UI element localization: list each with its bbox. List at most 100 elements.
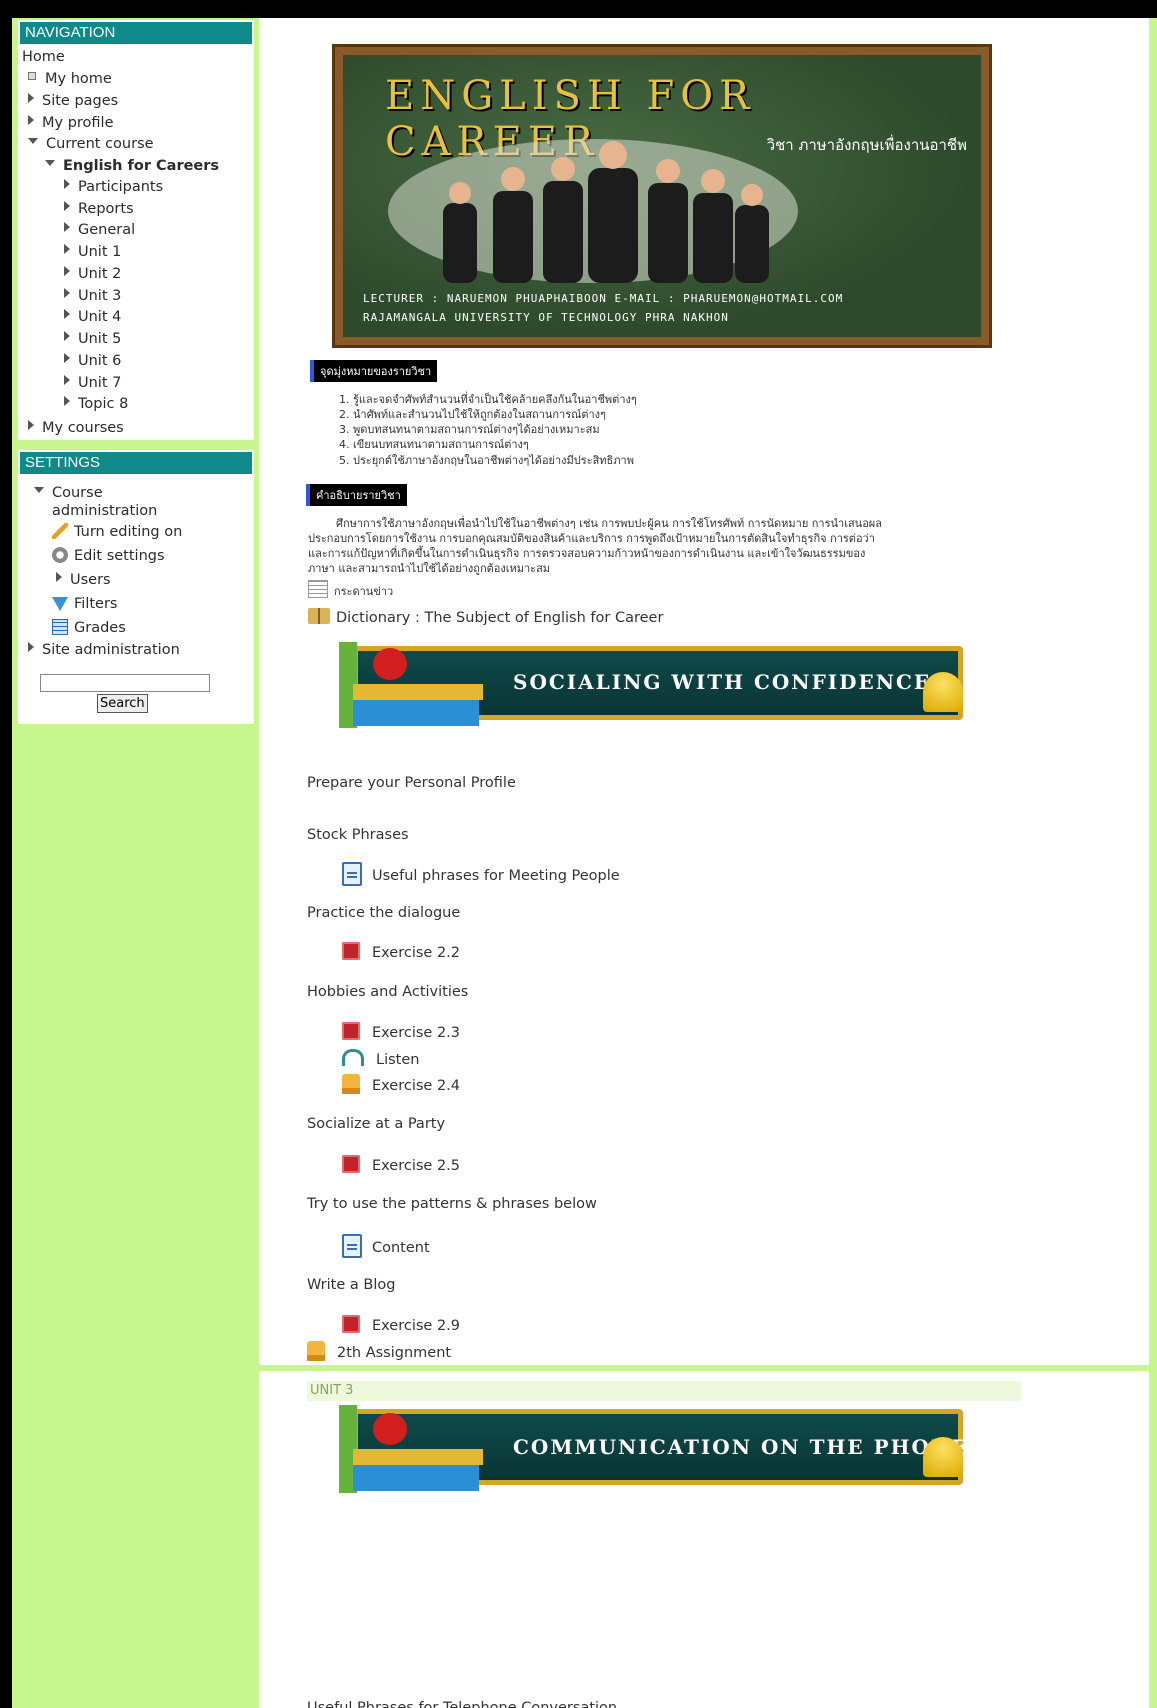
collapse-icon[interactable]	[34, 487, 44, 493]
assignment-icon	[342, 1074, 360, 1094]
unit3-label-bar: UNIT 3	[307, 1381, 1021, 1401]
nav-home-link[interactable]: Home	[22, 49, 65, 65]
expand-icon[interactable]	[64, 244, 70, 254]
expand-icon[interactable]	[64, 266, 70, 276]
nav-course-item[interactable]: Unit 2	[64, 264, 121, 284]
resource-label[interactable]: Listen	[376, 1052, 419, 1068]
edit-settings-link[interactable]: Edit settings	[74, 548, 165, 564]
assignment-exercise-2-4[interactable]: Exercise 2.4	[342, 1074, 460, 1094]
bullet-icon	[28, 72, 36, 80]
nav-my-home[interactable]: My home	[28, 69, 112, 89]
settings-course-admin[interactable]: Course administration	[34, 484, 234, 520]
expand-icon[interactable]	[28, 93, 34, 103]
nav-course-item[interactable]: Topic 8	[64, 394, 128, 414]
expand-icon[interactable]	[28, 420, 34, 430]
business-people-image	[388, 139, 798, 283]
nav-my-profile-label[interactable]: My profile	[42, 115, 114, 131]
expand-icon[interactable]	[64, 288, 70, 298]
expand-icon[interactable]	[28, 115, 34, 125]
nav-course-item[interactable]: Participants	[64, 177, 163, 197]
nav-site-pages-label[interactable]: Site pages	[42, 93, 118, 109]
nav-unit-4[interactable]: Unit 4	[78, 309, 121, 325]
quiz-label[interactable]: Exercise 2.3	[372, 1025, 460, 1041]
quiz-label[interactable]: Exercise 2.2	[372, 945, 460, 961]
nav-site-pages[interactable]: Site pages	[28, 91, 118, 111]
quiz-label[interactable]: Exercise 2.9	[372, 1318, 460, 1334]
nav-course-item[interactable]: Unit 5	[64, 329, 121, 349]
quiz-exercise-2-2[interactable]: Exercise 2.2	[342, 942, 460, 961]
nav-home[interactable]: Home	[22, 47, 65, 67]
expand-icon[interactable]	[64, 375, 70, 385]
nav-course-item[interactable]: Unit 6	[64, 351, 121, 371]
expand-icon[interactable]	[64, 331, 70, 341]
nav-unit-3[interactable]: Unit 3	[78, 288, 121, 304]
nav-course-name[interactable]: English for Careers	[63, 158, 219, 174]
settings-users[interactable]: Users	[56, 570, 111, 590]
expand-icon[interactable]	[56, 572, 62, 582]
nav-course-item[interactable]: Unit 7	[64, 373, 121, 393]
dictionary-label[interactable]: Dictionary : The Subject of English for …	[336, 610, 663, 626]
nav-unit-6[interactable]: Unit 6	[78, 353, 121, 369]
nav-current-course-label[interactable]: Current course	[46, 136, 154, 152]
nav-participants[interactable]: Participants	[78, 179, 163, 195]
expand-icon[interactable]	[64, 396, 70, 406]
nav-my-profile[interactable]: My profile	[28, 113, 114, 133]
expand-icon[interactable]	[28, 642, 34, 652]
settings-edit-settings[interactable]: Edit settings	[52, 546, 165, 566]
settings-filters[interactable]: Filters	[52, 594, 117, 614]
expand-icon[interactable]	[64, 309, 70, 319]
nav-my-home-link[interactable]: My home	[45, 71, 112, 87]
resource-label[interactable]: Useful phrases for Meeting People	[372, 868, 620, 884]
nav-course-item[interactable]: Reports	[64, 199, 134, 219]
nav-reports[interactable]: Reports	[78, 201, 134, 217]
forum-label[interactable]: กระดานข่าว	[334, 585, 393, 598]
settings-turn-editing[interactable]: Turn editing on	[52, 522, 182, 542]
nav-unit-1[interactable]: Unit 1	[78, 244, 121, 260]
assignment-label[interactable]: 2th Assignment	[337, 1345, 451, 1361]
assignment-2th[interactable]: 2th Assignment	[307, 1341, 451, 1361]
nav-my-courses[interactable]: My courses	[28, 418, 124, 438]
nav-course-item[interactable]: Unit 3	[64, 286, 121, 306]
resource-listen[interactable]: Listen	[342, 1049, 419, 1068]
collapse-icon[interactable]	[45, 160, 55, 166]
settings-grades[interactable]: Grades	[52, 618, 126, 638]
document-icon	[342, 1234, 362, 1258]
resource-label[interactable]: Content	[372, 1240, 430, 1256]
nav-course-item[interactable]: Unit 1	[64, 242, 121, 262]
nav-course-english[interactable]: English for Careers	[45, 156, 219, 176]
nav-course-item[interactable]: General	[64, 220, 135, 240]
nav-my-courses-label[interactable]: My courses	[42, 420, 124, 436]
nav-topic-8[interactable]: Topic 8	[78, 396, 128, 412]
expand-icon[interactable]	[64, 179, 70, 189]
search-input[interactable]	[40, 674, 210, 692]
site-admin-label[interactable]: Site administration	[42, 642, 180, 658]
nav-general[interactable]: General	[78, 222, 135, 238]
nav-unit-5[interactable]: Unit 5	[78, 331, 121, 347]
nav-unit-7[interactable]: Unit 7	[78, 375, 121, 391]
expand-icon[interactable]	[64, 222, 70, 232]
nav-current-course[interactable]: Current course	[28, 134, 154, 154]
nav-unit-2[interactable]: Unit 2	[78, 266, 121, 282]
assignment-label[interactable]: Exercise 2.4	[372, 1078, 460, 1094]
expand-icon[interactable]	[64, 353, 70, 363]
quiz-exercise-2-5[interactable]: Exercise 2.5	[342, 1155, 460, 1174]
resource-useful-phrases[interactable]: Useful phrases for Meeting People	[342, 862, 620, 886]
resource-content[interactable]: Content	[342, 1234, 430, 1258]
quiz-exercise-2-9[interactable]: Exercise 2.9	[342, 1315, 460, 1334]
document-icon	[342, 862, 362, 886]
settings-site-admin[interactable]: Site administration	[28, 640, 180, 660]
filters-link[interactable]: Filters	[74, 596, 117, 612]
grades-link[interactable]: Grades	[74, 620, 126, 636]
search-button[interactable]: Search	[97, 694, 148, 713]
quiz-label[interactable]: Exercise 2.5	[372, 1158, 460, 1174]
dictionary-link[interactable]: Dictionary : The Subject of English for …	[308, 608, 663, 626]
turn-editing-link[interactable]: Turn editing on	[74, 524, 182, 540]
collapse-icon[interactable]	[28, 138, 38, 144]
users-label[interactable]: Users	[70, 572, 111, 588]
forum-link[interactable]: กระดานข่าว	[308, 580, 393, 600]
course-admin-label[interactable]: Course administration	[52, 484, 202, 520]
expand-icon[interactable]	[64, 201, 70, 211]
quiz-exercise-2-3[interactable]: Exercise 2.3	[342, 1022, 460, 1041]
nav-course-item[interactable]: Unit 4	[64, 307, 121, 327]
bell-icon	[923, 1437, 963, 1477]
